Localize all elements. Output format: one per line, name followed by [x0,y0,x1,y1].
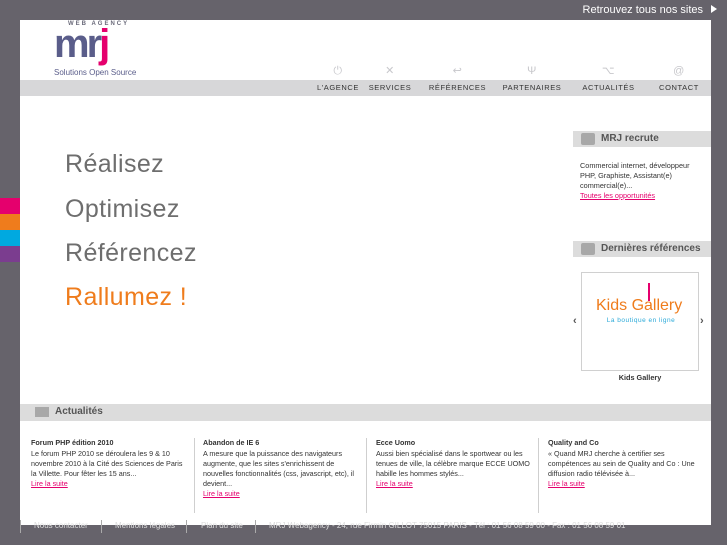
news-item-title[interactable]: Quality and Co [548,438,703,448]
logo-subtitle: Solutions Open Source [54,68,137,77]
next-arrow-icon[interactable]: › [700,315,704,327]
nav-partenaires[interactable]: Ψ PARTENAIRES [498,65,566,96]
pink-swatch [0,198,20,214]
at-icon: @ [673,65,685,77]
news-item-text: A mesure que la puissance des navigateur… [203,449,355,488]
references-title: Dernières références [601,243,701,254]
footer-separator [186,520,187,533]
mrj-logo[interactable]: WEB AGENCY mrj Solutions Open Source [50,20,160,80]
play-arrow-icon[interactable] [711,5,717,13]
news-item: Ecce Uomo Aussi bien spécialisé dans le … [376,438,531,489]
return-icon: ↩ [452,65,463,77]
nav-contact[interactable]: @ CONTACT [652,65,706,96]
news-item: Quality and Co « Quand MRJ cherche à cer… [548,438,703,489]
footer-plan-link[interactable]: Plan du site [201,521,243,530]
nav-actualites[interactable]: ⌥ ACTUALITÉS [576,65,641,96]
recrute-link[interactable]: Toutes les opportunités [580,191,655,200]
kids-gallery-logo: Kids Gallery [596,297,683,314]
news-item-link[interactable]: Lire la suite [548,479,585,488]
news-divider [366,438,367,513]
news-item-text: Le forum PHP 2010 se déroulera les 9 & 1… [31,449,183,478]
nav-actualites-label: ACTUALITÉS [582,83,635,92]
footer-separator [101,520,102,533]
nav-services[interactable]: ✕ SERVICES [365,65,415,96]
footer-address: MRJ Webagency - 24, rue Firmin GILLOT 75… [269,521,626,530]
news-item-title[interactable]: Abandon de IE 6 [203,438,358,448]
news-title: Actualités [55,406,103,417]
news-item: Forum PHP édition 2010 Le forum PHP 2010… [31,438,186,489]
footer-separator [20,520,21,533]
top-bar: Retrouvez tous nos sites [0,0,727,20]
recrute-body: Commercial internet, développeur PHP, Gr… [580,161,705,201]
nav-services-label: SERVICES [368,83,412,92]
prev-arrow-icon[interactable]: ‹ [573,315,577,327]
news-header: Actualités [20,404,711,421]
slogan-optimisez: Optimisez [65,195,180,223]
usb-icon: Ψ [527,65,537,77]
monitor-icon [581,243,595,255]
footer: Nous contacter Mentions légales Plan du … [0,520,727,545]
nav-agence[interactable]: ⏻ L'AGENCE [308,65,368,96]
recrute-title: MRJ recrute [601,133,659,144]
nav-references-label: RÉFÉRENCES [428,83,487,92]
purple-swatch [0,246,20,262]
footer-contact-link[interactable]: Nous contacter [34,521,88,530]
logo-wordmark-j: j [99,22,110,66]
main-nav: ⏻ L'AGENCE ✕ SERVICES ↩ RÉFÉRENCES Ψ PARTENA… [20,65,711,96]
footer-mentions-link[interactable]: Mentions légales [115,521,175,530]
power-icon: ⏻ [333,65,343,77]
recrute-text: Commercial internet, développeur PHP, Gr… [580,161,690,190]
nav-agence-label: L'AGENCE [316,83,360,92]
news-item-title[interactable]: Forum PHP édition 2010 [31,438,186,448]
recrute-header: MRJ recrute [573,131,711,147]
page-container: WEB AGENCY mrj Solutions Open Source ⏻ L'… [20,20,711,525]
news-item-text: « Quand MRJ cherche à certifier ses comp… [548,449,695,478]
tools-icon: ✕ [385,65,395,77]
all-sites-link[interactable]: Retrouvez tous nos sites [583,4,703,16]
nav-references[interactable]: ↩ RÉFÉRENCES [425,65,490,96]
newspaper-icon [35,407,49,417]
reference-thumbnail[interactable]: Kids Gallery La boutique en ligne [581,272,699,371]
references-header: Dernières références [573,241,711,257]
footer-separator [255,520,256,533]
cyan-swatch [0,230,20,246]
kids-gallery-tagline: La boutique en ligne [606,317,676,324]
slogan-rallumez: Rallumez ! [65,283,188,311]
nav-partenaires-label: PARTENAIRES [502,83,562,92]
news-item-link[interactable]: Lire la suite [31,479,68,488]
slogan-referencez: Référencez [65,239,197,267]
news-divider [194,438,195,513]
news-divider [538,438,539,513]
logo-wordmark: mrj [54,22,110,66]
news-item-title[interactable]: Ecce Uomo [376,438,531,448]
logo-wordmark-prefix: mr [54,22,102,66]
slogan-realisez: Réalisez [65,150,165,178]
news-item-link[interactable]: Lire la suite [203,489,240,498]
orange-swatch [0,214,20,230]
option-icon: ⌥ [601,65,616,77]
news-item: Abandon de IE 6 A mesure que la puissanc… [203,438,358,499]
user-icon [581,133,595,145]
nav-contact-label: CONTACT [659,83,699,92]
color-strip [0,198,20,262]
news-item-text: Aussi bien spécialisé dans le sportwear … [376,449,530,478]
reference-caption: Kids Gallery [618,373,662,382]
news-item-link[interactable]: Lire la suite [376,479,413,488]
